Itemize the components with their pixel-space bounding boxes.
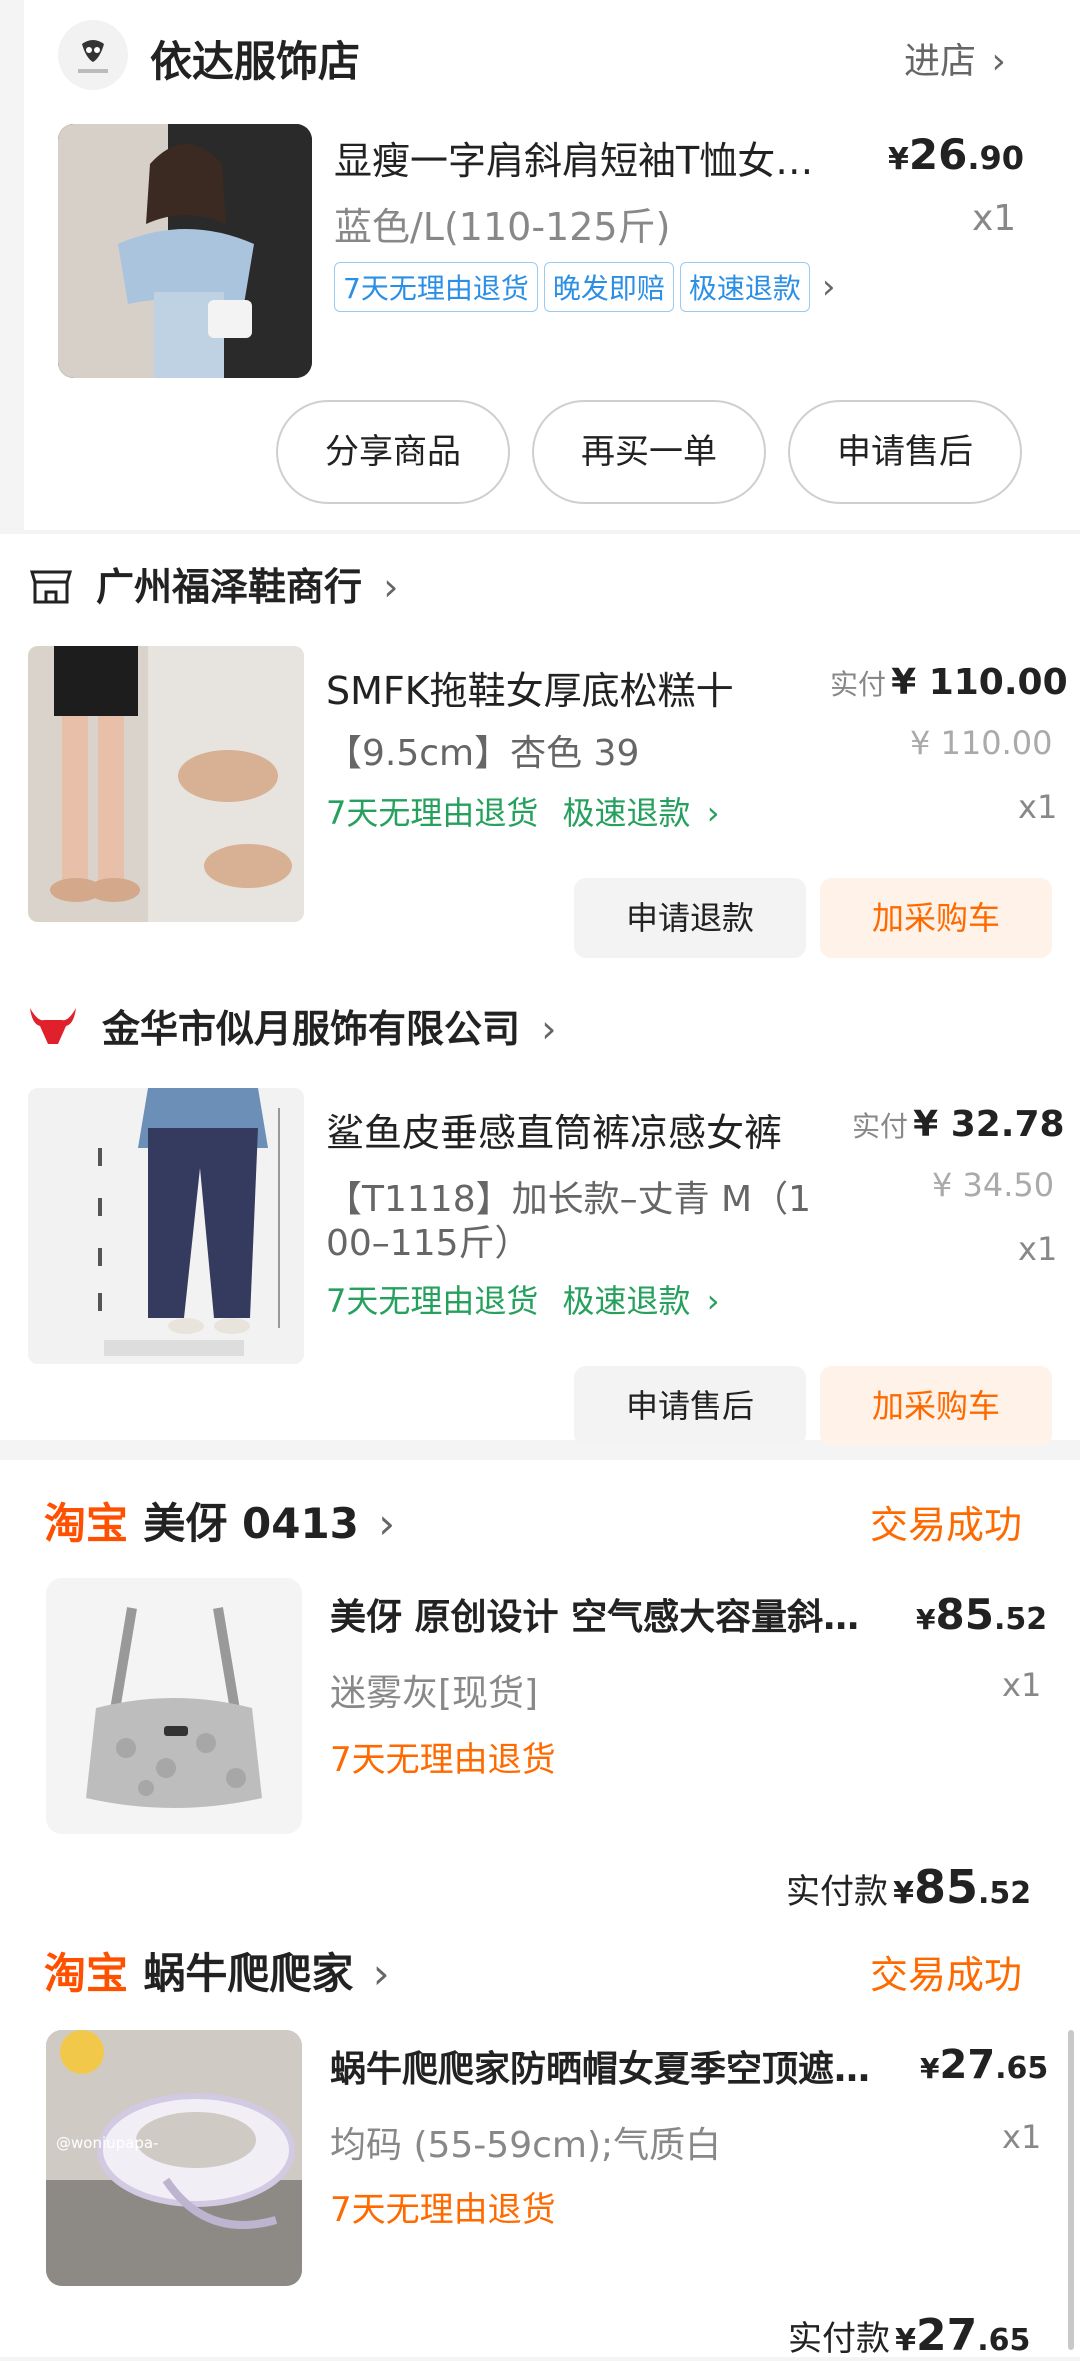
shop-link[interactable]: 金华市似月服饰有限公司 › bbox=[102, 998, 556, 1053]
product-qty: x1 bbox=[1018, 1230, 1058, 1268]
order-card-fuze: 广州福泽鞋商行 › SMFK拖鞋女厚底松糕十 实付 ¥ 110.00 【9.5c… bbox=[0, 534, 1080, 974]
shop-name: 广州福泽鞋商行 bbox=[96, 565, 363, 609]
tag-no-reason-return: 7天无理由退货 bbox=[334, 262, 538, 312]
actual-paid-label: 实付款 bbox=[788, 2319, 890, 2359]
watermark-text: @woniupapa- bbox=[56, 2134, 158, 2152]
original-price: ¥ 110.00 bbox=[910, 724, 1053, 762]
product-image[interactable] bbox=[58, 124, 312, 378]
actual-paid: 实付款 ¥85.52 bbox=[786, 1860, 1032, 1914]
scrollbar[interactable] bbox=[1068, 2030, 1074, 2350]
order-card-yida: 依达服饰店 进店 › 显瘦一字肩斜肩短袖T恤女… ¥26.90 蓝色/L(110… bbox=[24, 0, 1080, 530]
product-title[interactable]: 鲨鱼皮垂感直筒裤凉感女裤 bbox=[326, 1102, 836, 1157]
chevron-right-icon: › bbox=[991, 41, 1006, 82]
product-variant: 迷雾灰[现货] bbox=[330, 1673, 539, 1714]
product-title[interactable]: 显瘦一字肩斜肩短袖T恤女… bbox=[334, 130, 894, 185]
bull-logo-icon bbox=[28, 1004, 78, 1048]
paid-amount: ¥ 32.78 bbox=[913, 1104, 1065, 1145]
apply-refund-button[interactable]: 申请退款 bbox=[574, 878, 806, 958]
chevron-right-icon: › bbox=[706, 794, 720, 832]
product-title[interactable]: 美伢 原创设计 空气感大容量斜… bbox=[330, 1588, 890, 1640]
shop-name: 金华市似月服饰有限公司 bbox=[102, 1007, 521, 1051]
tag-fast-refund: 极速退款 bbox=[679, 262, 810, 312]
service-info[interactable]: 7天无理由退货 极速退款 › bbox=[326, 788, 720, 834]
shop-link[interactable]: 淘宝 蜗牛爬爬家 › bbox=[44, 1940, 390, 2001]
paid-price: 实付 ¥ 32.78 bbox=[852, 1104, 1065, 1145]
taobao-brand: 淘宝 bbox=[44, 1949, 129, 1998]
product-image[interactable] bbox=[28, 646, 304, 922]
product-price: ¥27.65 bbox=[920, 2042, 1049, 2088]
product-image[interactable] bbox=[46, 1578, 302, 1834]
service-no-reason-return: 7天无理由退货 bbox=[326, 794, 539, 832]
chevron-right-icon: › bbox=[541, 1007, 557, 1051]
store-icon bbox=[28, 562, 74, 608]
order-status: 交易成功 bbox=[870, 1503, 1023, 1547]
service-no-reason-return: 7天无理由退货 bbox=[330, 2190, 556, 2230]
shop-logo[interactable] bbox=[58, 20, 128, 90]
product-image[interactable]: @woniupapa- bbox=[46, 2030, 302, 2286]
product-qty: x1 bbox=[972, 198, 1017, 239]
taobao-brand: 淘宝 bbox=[44, 1499, 129, 1548]
product-variant: 均码 (55-59cm);气质白 bbox=[330, 2125, 722, 2166]
product-variant-line2: 00–115斤） bbox=[326, 1223, 531, 1264]
product-variant: 【9.5cm】杏色 39 bbox=[326, 733, 640, 774]
service-fast-refund: 极速退款 bbox=[562, 1282, 691, 1320]
product-price: ¥85.52 bbox=[916, 1590, 1048, 1639]
shop-name: 美伢 0413 bbox=[143, 1499, 359, 1548]
product-title[interactable]: SMFK拖鞋女厚底松糕十 bbox=[326, 660, 776, 715]
product-variant: 蓝色/L(110-125斤) bbox=[334, 205, 671, 249]
order-status: 交易成功 bbox=[870, 1953, 1023, 1997]
product-qty: x1 bbox=[1002, 2118, 1042, 2156]
product-title[interactable]: 蜗牛爬爬家防晒帽女夏季空顶遮… bbox=[330, 2040, 890, 2092]
apply-after-sale-button[interactable]: 申请售后 bbox=[574, 1366, 806, 1446]
actual-paid-label: 实付款 bbox=[786, 1872, 888, 1912]
service-tags[interactable]: 7天无理由退货 晚发即赔 极速退款 › bbox=[334, 262, 835, 312]
enter-shop-link[interactable]: 进店 › bbox=[904, 32, 1006, 84]
chevron-right-icon: › bbox=[706, 1282, 720, 1320]
shop-link[interactable]: 淘宝 美伢 0413 › bbox=[44, 1490, 395, 1551]
shop-name: 蜗牛爬爬家 bbox=[143, 1949, 354, 1998]
apply-after-sale-button[interactable]: 申请售后 bbox=[788, 400, 1022, 504]
service-info[interactable]: 7天无理由退货 极速退款 › bbox=[326, 1276, 720, 1322]
order-card-woniu: 淘宝 蜗牛爬爬家 › 交易成功 @woniupapa- 蜗牛爬爬家防晒帽女夏季空… bbox=[0, 1930, 1080, 2361]
order-card-siyue: 金华市似月服饰有限公司 › 鲨鱼皮垂感直筒裤凉感女裤 实付 ¥ 32.78 【T… bbox=[0, 974, 1080, 1446]
share-product-button[interactable]: 分享商品 bbox=[276, 400, 510, 504]
shop-name[interactable]: 依达服饰店 bbox=[150, 28, 360, 89]
add-to-purchase-cart-button[interactable]: 加采购车 bbox=[820, 1366, 1052, 1446]
product-qty: x1 bbox=[1002, 1666, 1042, 1704]
chevron-right-icon: › bbox=[372, 1949, 390, 1998]
enter-shop-label: 进店 bbox=[904, 41, 977, 82]
product-price: ¥26.90 bbox=[888, 130, 1025, 179]
chevron-right-icon: › bbox=[378, 1499, 396, 1548]
product-image[interactable] bbox=[28, 1088, 304, 1364]
add-to-purchase-cart-button[interactable]: 加采购车 bbox=[820, 878, 1052, 958]
paid-amount: ¥ 110.00 bbox=[891, 662, 1068, 703]
product-qty: x1 bbox=[1018, 788, 1058, 826]
paid-price: 实付 ¥ 110.00 bbox=[830, 662, 1068, 703]
chevron-right-icon: › bbox=[383, 565, 399, 609]
service-fast-refund: 极速退款 bbox=[562, 794, 691, 832]
order-card-meiya: 淘宝 美伢 0413 › 交易成功 美伢 原创设计 空气感大容量斜… ¥85.5… bbox=[0, 1460, 1080, 1930]
shop-link[interactable]: 广州福泽鞋商行 › bbox=[96, 556, 398, 611]
actual-paid: 实付款 ¥27.65 bbox=[788, 2310, 1031, 2361]
paid-label: 实付 bbox=[852, 1110, 909, 1143]
original-price: ¥ 34.50 bbox=[932, 1166, 1055, 1204]
chevron-right-icon: › bbox=[821, 267, 836, 307]
service-no-reason-return: 7天无理由退货 bbox=[326, 1282, 539, 1320]
buy-again-button[interactable]: 再买一单 bbox=[532, 400, 766, 504]
paid-label: 实付 bbox=[830, 668, 887, 701]
service-no-reason-return: 7天无理由退货 bbox=[330, 1740, 556, 1780]
tag-late-ship-compensation: 晚发即赔 bbox=[543, 262, 674, 312]
